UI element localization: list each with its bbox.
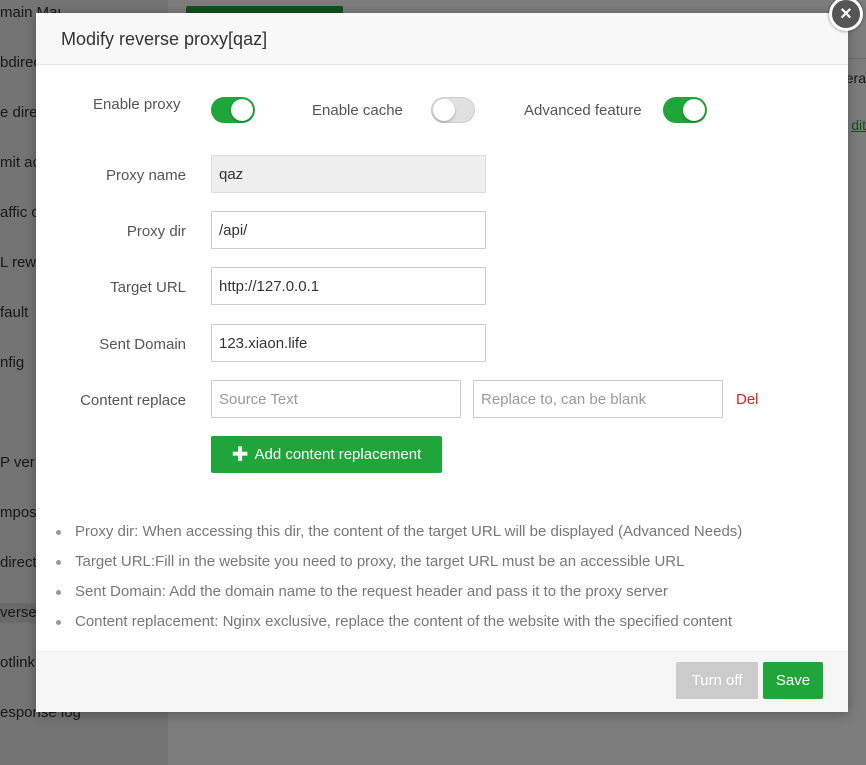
enable-cache-label: Enable cache xyxy=(312,102,403,119)
note-text: Proxy dir: When accessing this dir, the … xyxy=(75,523,743,540)
modify-proxy-dialog: Modify reverse proxy[qaz] Enable proxy E… xyxy=(36,13,848,712)
add-content-replacement-button[interactable]: ✚ Add content replacement xyxy=(211,436,442,473)
sent-domain-label: Sent Domain xyxy=(99,336,186,353)
add-content-replacement-label: Add content replacement xyxy=(254,446,422,463)
replace-text-input[interactable] xyxy=(473,380,723,418)
plus-icon: ✚ xyxy=(231,443,249,466)
note-text: Content replacement: Nginx exclusive, re… xyxy=(75,613,733,630)
help-notes: Proxy dir: When accessing this dir, the … xyxy=(50,519,742,639)
toggle-knob xyxy=(231,99,253,121)
sent-domain-input[interactable] xyxy=(211,324,486,362)
turn-off-button[interactable]: Turn off xyxy=(676,662,758,699)
bullet-icon xyxy=(56,590,61,595)
dialog-footer: Turn off Save xyxy=(36,651,848,712)
target-url-label: Target URL xyxy=(110,279,186,296)
proxy-name-label: Proxy name xyxy=(105,167,186,184)
note-item: Sent Domain: Add the domain name to the … xyxy=(50,579,742,609)
note-item: Target URL:Fill in the website you need … xyxy=(50,549,742,579)
toggle-knob xyxy=(683,99,705,121)
note-text: Sent Domain: Add the domain name to the … xyxy=(75,583,668,600)
proxy-name-input[interactable] xyxy=(211,155,486,193)
bullet-icon xyxy=(56,530,61,535)
note-text: Target URL:Fill in the website you need … xyxy=(75,553,685,570)
bullet-icon xyxy=(56,620,61,625)
toggle-knob xyxy=(433,99,455,121)
save-button[interactable]: Save xyxy=(763,662,823,699)
advanced-feature-label: Advanced feature xyxy=(524,102,642,119)
enable-proxy-label: Enable proxy xyxy=(93,96,181,113)
target-url-input[interactable] xyxy=(211,267,486,305)
dialog-title: Modify reverse proxy[qaz] xyxy=(36,13,848,65)
bullet-icon xyxy=(56,560,61,565)
delete-replacement-link[interactable]: Del xyxy=(736,391,759,408)
proxy-dir-label: Proxy dir xyxy=(126,223,186,240)
source-text-input[interactable] xyxy=(211,380,461,418)
note-item: Content replacement: Nginx exclusive, re… xyxy=(50,609,742,639)
note-item: Proxy dir: When accessing this dir, the … xyxy=(50,519,742,549)
enable-proxy-toggle[interactable] xyxy=(211,97,255,123)
enable-cache-toggle[interactable] xyxy=(431,97,475,123)
proxy-dir-input[interactable] xyxy=(211,211,486,249)
advanced-feature-toggle[interactable] xyxy=(663,97,707,123)
content-replace-label: Content replace xyxy=(80,392,186,409)
